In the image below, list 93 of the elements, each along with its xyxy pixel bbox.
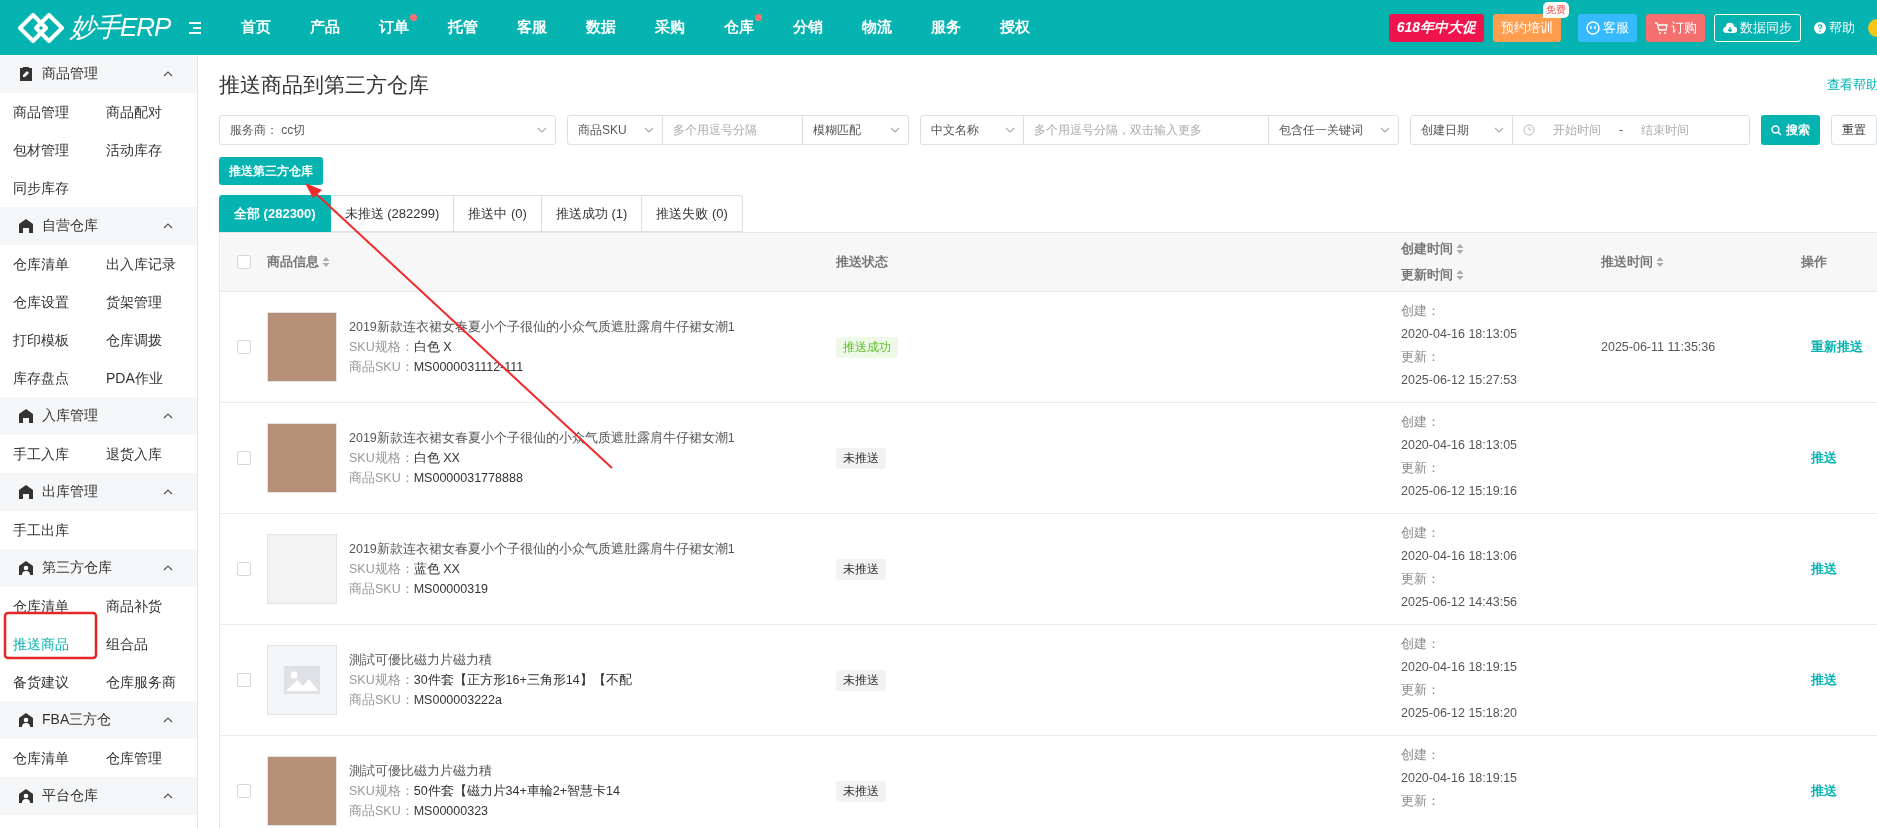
sidebar-item[interactable]: 商品配对	[106, 93, 162, 131]
created-time: 2020-04-16 18:19:15	[1401, 770, 1519, 787]
sidebar-section-header[interactable]: FBA三方仓	[0, 701, 197, 739]
time-label: 更新：	[1401, 571, 1441, 588]
sidebar-item[interactable]: 仓库清单	[13, 739, 69, 777]
sidebar-section-header[interactable]: 平台仓库	[0, 777, 197, 815]
product-sku: MS000003222a	[413, 692, 502, 707]
provider-value: 服务商： cc切	[230, 121, 307, 139]
sidebar-section-header[interactable]: 入库管理	[0, 397, 197, 435]
column-header: 更新时间	[1401, 266, 1453, 284]
status-tab[interactable]: 推送失败 (0)	[642, 195, 743, 232]
product-sku: MS0000031778888	[413, 470, 523, 485]
sku-spec: 50件套【磁力片34+車輪2+智慧卡14	[413, 783, 620, 798]
sku-spec: 白色 X	[413, 339, 452, 354]
time-label: 更新：	[1401, 793, 1441, 810]
product-sku: MS00000323	[413, 803, 489, 818]
sidebar-item[interactable]: 出入库记录	[106, 245, 176, 283]
time-label: 创建：	[1401, 525, 1441, 542]
field-label: 商品SKU：	[349, 803, 414, 818]
time-label: 创建：	[1401, 636, 1441, 653]
created-time: 2020-04-16 18:13:06	[1401, 548, 1519, 565]
field-label: SKU规格：	[349, 672, 414, 687]
created-time: 2020-04-16 18:13:05	[1401, 326, 1519, 343]
sku-spec: 蓝色 XX	[413, 561, 460, 576]
time-label: 更新：	[1401, 682, 1441, 699]
sidebar-item[interactable]: 打印模板	[13, 321, 69, 359]
status-tab[interactable]: 推送中 (0)	[454, 195, 542, 232]
updated-time: 2025-06-12 14:43:56	[1401, 594, 1519, 611]
time-label: 创建：	[1401, 747, 1441, 764]
time-label: 更新：	[1401, 460, 1441, 477]
sidebar-item[interactable]: 仓库清单	[13, 245, 69, 283]
time-label: 更新：	[1401, 349, 1441, 366]
status-tag: 未推送	[836, 780, 886, 802]
sidebar-section-header[interactable]: 商品管理	[0, 55, 197, 93]
column-header: 商品信息	[267, 253, 319, 271]
sidebar-item[interactable]: 商品补货	[106, 587, 162, 625]
field-label: 商品SKU：	[349, 581, 414, 596]
field-label: SKU规格：	[349, 561, 414, 576]
sidebar-section-header[interactable]: 自营仓库	[0, 207, 197, 245]
product-title: 測試可優比磁力片磁力積	[349, 651, 493, 669]
field-label: SKU规格：	[349, 450, 414, 465]
product-sku: MS00000319	[413, 581, 489, 596]
field-label: 商品SKU：	[349, 470, 414, 485]
sidebar-item[interactable]: 活动库存	[106, 131, 162, 169]
sidebar-item[interactable]: 手工出库	[13, 511, 69, 549]
sidebar-item[interactable]: 仓库管理	[106, 739, 162, 777]
sidebar-item[interactable]: 仓库服务商	[106, 663, 176, 701]
sidebar-item[interactable]: 包材管理	[13, 131, 69, 169]
status-tab[interactable]: 推送成功 (1)	[541, 195, 643, 232]
sku-spec: 30件套【正方形16+三角形14】【不配	[413, 672, 632, 687]
status-tag: 未推送	[836, 447, 886, 469]
app-logo-text: 妙手ERP	[70, 11, 171, 44]
field-label: 商品SKU：	[349, 692, 414, 707]
time-label: 创建：	[1401, 414, 1441, 431]
field-label: 商品SKU：	[349, 359, 414, 374]
reset-button[interactable]: 重置	[1831, 115, 1877, 145]
sidebar-item[interactable]: 货架管理	[106, 283, 162, 321]
time-label: 创建：	[1401, 303, 1441, 320]
sidebar-section-header[interactable]: 第三方仓库	[0, 549, 197, 587]
sidebar-section-header[interactable]: 出库管理	[0, 473, 197, 511]
updated-time: 2025-06-12 15:18:20	[1401, 705, 1519, 722]
status-tag: 未推送	[836, 558, 886, 580]
field-label: SKU规格：	[349, 783, 414, 798]
sidebar-item[interactable]: 组合品	[106, 625, 148, 663]
status-tab[interactable]: 未推送 (282299)	[330, 195, 455, 232]
column-header: 推送时间	[1601, 253, 1653, 271]
status-tag: 推送成功	[836, 336, 898, 358]
push-time: 2025-06-11 11:35:36	[1601, 340, 1717, 354]
sidebar-item[interactable]: 备货建议	[13, 663, 69, 701]
sidebar-item[interactable]: 手工入库	[13, 435, 69, 473]
field-label: SKU规格：	[349, 339, 414, 354]
column-header: 操作	[1801, 253, 1827, 271]
provider-select[interactable]: 服务商： cc切	[219, 115, 556, 145]
column-header: 推送状态	[836, 253, 888, 271]
free-badge: 免费	[1543, 1, 1569, 18]
sidebar-item[interactable]: PDA作业	[106, 359, 163, 397]
updated-time: 2025-06-12 15:19:16	[1401, 483, 1519, 500]
sidebar-item[interactable]: 仓库设置	[13, 283, 69, 321]
sidebar-item[interactable]: 同步库存	[13, 169, 69, 207]
sidebar-item[interactable]: 商品管理	[13, 93, 69, 131]
sidebar-item[interactable]: 仓库调拨	[106, 321, 162, 359]
product-title: 測試可優比磁力片磁力積	[349, 762, 493, 780]
promo-banner[interactable]: 618年中大促	[1388, 13, 1484, 42]
sidebar-item[interactable]: 库存盘点	[13, 359, 69, 397]
page-title: 推送商品到第三方仓库	[219, 72, 430, 98]
status-tag: 未推送	[836, 669, 886, 691]
sidebar-item[interactable]: 退货入库	[106, 435, 162, 473]
created-time: 2020-04-16 18:13:05	[1401, 437, 1519, 454]
created-time: 2020-04-16 18:19:15	[1401, 659, 1519, 676]
product-title: 2019新款连衣裙女春夏小个子很仙的小众气质遮肚露肩牛仔裙女潮1	[349, 540, 735, 558]
sku-spec: 白色 XX	[413, 450, 460, 465]
updated-time: 2025-06-12 15:27:53	[1401, 372, 1519, 389]
column-header: 创建时间	[1401, 240, 1453, 258]
